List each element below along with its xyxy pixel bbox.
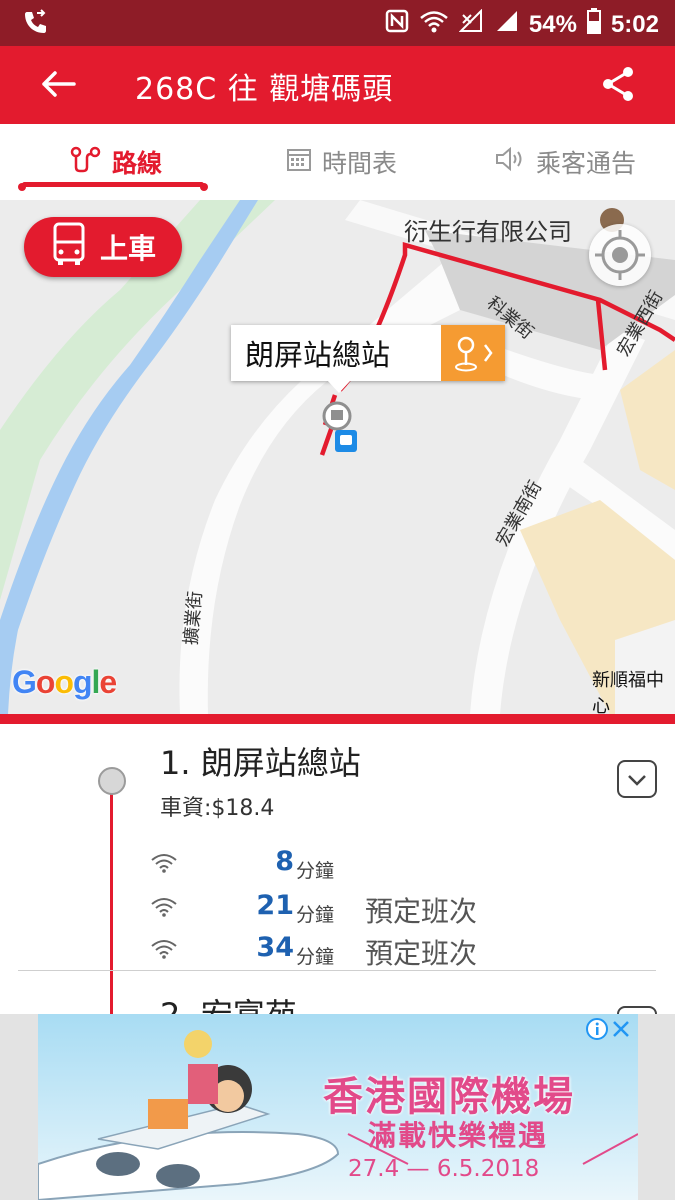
stop-info-name: 朗屏站總站 (245, 338, 391, 372)
speaker-icon (494, 146, 526, 178)
stop-fare: 車資:$18.4 (160, 796, 275, 821)
realtime-signal-icon (150, 852, 178, 878)
eta-unit: 分鐘 (296, 860, 335, 882)
route-line (110, 782, 113, 1014)
indicator-dot-left (18, 183, 26, 191)
tab-bar: 路線 時間表 乘客通告 (0, 124, 675, 200)
map-divider (0, 714, 675, 724)
battery-icon (586, 8, 601, 41)
map-canvas (0, 200, 675, 714)
bubble-tail (327, 380, 351, 393)
tab-notices-label: 乘客通告 (536, 149, 637, 178)
status-bar: 54% 5:02 (0, 0, 675, 46)
stop-name[interactable]: 2. 宏富苑 (160, 990, 297, 1014)
tab-timetable-label: 時間表 (322, 149, 398, 178)
tab-notices[interactable]: 乘客通告 (494, 144, 636, 180)
calendar-icon (286, 146, 312, 178)
signal-2-icon (495, 9, 519, 40)
eta-note: 預定班次 (365, 895, 478, 928)
google-logo: Google (12, 664, 117, 700)
route-map[interactable]: 上車 衍生行有限公司 科業街 宏業西街 宏業南街 擴業街 新順福中心 朗屏站總站… (0, 200, 675, 714)
battery-percent: 54% (528, 10, 577, 38)
share-icon[interactable] (601, 66, 635, 106)
board-bus-label: 上車 (100, 232, 157, 265)
stop-divider (18, 970, 656, 971)
my-location-button[interactable] (589, 224, 651, 286)
signal-1-icon (458, 8, 485, 40)
chevron-down-icon (628, 775, 646, 786)
eta-row: 21 分鐘 預定班次 (150, 890, 650, 930)
route-icon (70, 145, 102, 179)
indicator-dot-right (200, 183, 208, 191)
realtime-signal-icon (150, 896, 178, 922)
realtime-signal-icon (150, 938, 178, 964)
stop-list[interactable]: 1. 朗屏站總站 車資:$18.4 8 分鐘 21 分鐘 預定班次 34 分鐘 … (0, 724, 675, 1014)
stop-detail-button[interactable] (441, 325, 505, 381)
map-label-building: 新順福中心 (592, 670, 664, 714)
ad-subline: 滿載快樂禮遇 (368, 1119, 549, 1152)
ad-banner[interactable]: 香港國際機場 滿載快樂禮遇 27.4 — 6.5.2018 (38, 1014, 638, 1200)
expand-button[interactable] (617, 760, 657, 798)
nfc-icon (385, 9, 409, 40)
map-label-street: 擴業街 (180, 590, 207, 646)
eta-unit: 分鐘 (296, 904, 335, 926)
app-bar: 268C 往 觀塘碼頭 (0, 46, 675, 124)
stop-name[interactable]: 1. 朗屏站總站 (160, 738, 361, 784)
map-label-company: 衍生行有限公司 (404, 218, 572, 246)
stop-info-bubble[interactable]: 朗屏站總站 (231, 325, 505, 393)
ad-info-icon[interactable] (586, 1018, 608, 1044)
wifi-icon (419, 9, 449, 40)
eta-unit: 分鐘 (296, 946, 335, 968)
pin-arrow-icon (455, 336, 493, 372)
active-tab-indicator (22, 182, 204, 187)
bus-icon (52, 222, 86, 273)
tab-route[interactable]: 路線 (70, 144, 162, 180)
expand-button[interactable] (617, 1006, 657, 1014)
eta-minutes: 8 (275, 846, 294, 877)
tab-timetable[interactable]: 時間表 (286, 144, 397, 180)
board-bus-button[interactable]: 上車 (24, 217, 182, 277)
eta-note: 預定班次 (365, 937, 478, 970)
ad-close-icon[interactable] (610, 1018, 632, 1044)
page-title: 268C 往 觀塘碼頭 (135, 72, 394, 107)
eta-row: 34 分鐘 預定班次 (150, 932, 650, 972)
ad-dates: 27.4 — 6.5.2018 (348, 1156, 540, 1182)
eta-row: 8 分鐘 (150, 846, 650, 886)
eta-minutes: 34 (256, 932, 294, 963)
eta-minutes: 21 (256, 890, 294, 921)
ad-container: 香港國際機場 滿載快樂禮遇 27.4 — 6.5.2018 (0, 1014, 675, 1200)
call-forward-icon (22, 9, 48, 39)
tab-route-label: 路線 (112, 149, 163, 178)
stop-marker (98, 767, 126, 795)
clock: 5:02 (610, 10, 659, 38)
back-arrow-icon[interactable] (38, 64, 78, 108)
crosshair-icon (595, 230, 645, 280)
